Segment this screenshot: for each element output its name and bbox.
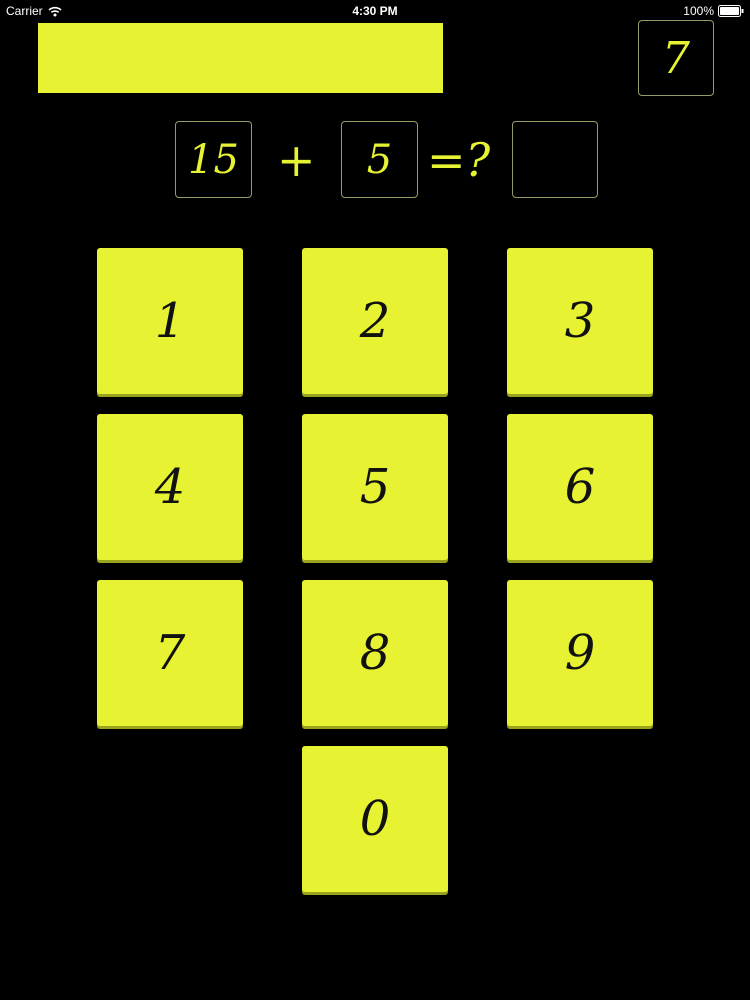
battery-icon [718, 5, 744, 17]
key-1-button[interactable]: 1 [97, 248, 243, 394]
equals-question: =? [427, 133, 491, 187]
key-8-button[interactable]: 8 [302, 580, 448, 726]
progress-bar [38, 23, 443, 93]
operand-a-box: 15 [175, 121, 252, 198]
status-bar: Carrier 4:30 PM 100% [0, 0, 750, 22]
key-6-button[interactable]: 6 [507, 414, 653, 560]
status-right: 100% [683, 4, 744, 18]
operand-b-box: 5 [341, 121, 418, 198]
battery-percent: 100% [683, 4, 714, 18]
key-3-button[interactable]: 3 [507, 248, 653, 394]
status-time: 4:30 PM [352, 4, 398, 18]
progress-bar-fill [38, 23, 443, 93]
key-4-button[interactable]: 4 [97, 414, 243, 560]
key-5-button[interactable]: 5 [302, 414, 448, 560]
key-9-button[interactable]: 9 [507, 580, 653, 726]
key-2-button[interactable]: 2 [302, 248, 448, 394]
operator-symbol: + [277, 133, 316, 187]
answer-box [512, 121, 598, 198]
key-0-button[interactable]: 0 [302, 746, 448, 892]
key-7-button[interactable]: 7 [97, 580, 243, 726]
score-box: 7 [638, 20, 714, 96]
